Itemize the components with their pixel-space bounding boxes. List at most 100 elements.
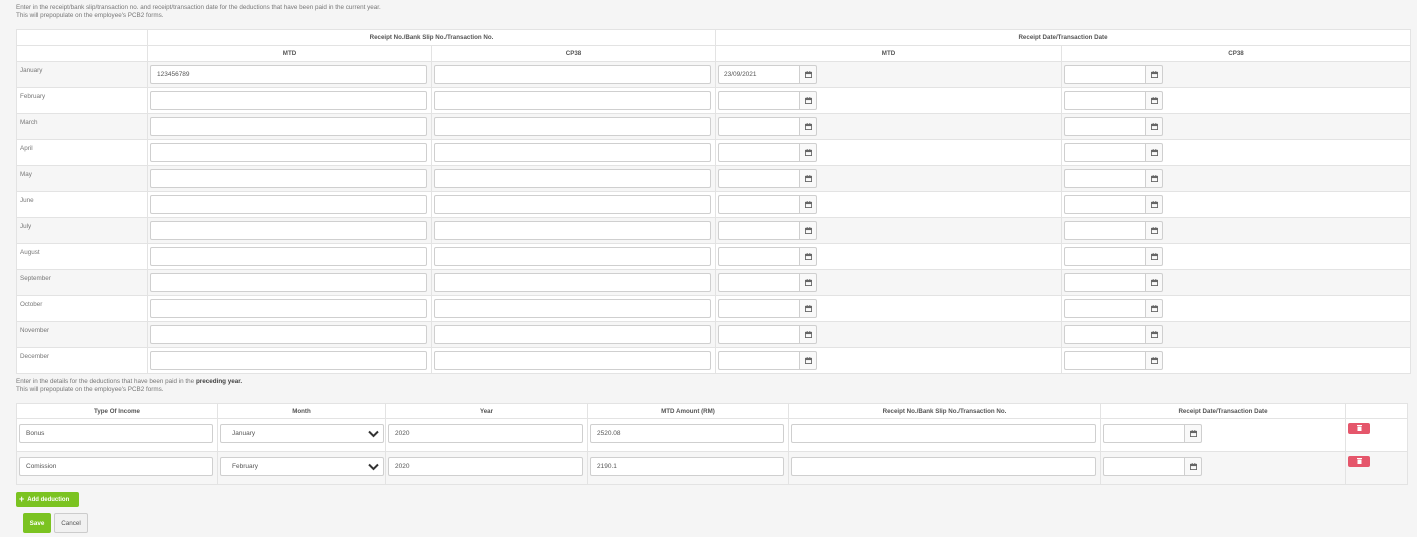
calendar-icon[interactable]	[1184, 424, 1202, 443]
cp38-receipt-no-input[interactable]	[434, 325, 711, 344]
cp38-receipt-date-input[interactable]	[1064, 65, 1145, 84]
cp38-receipt-date-input[interactable]	[1064, 247, 1145, 266]
receipt-date-input[interactable]	[1103, 457, 1184, 476]
calendar-icon[interactable]	[799, 143, 817, 162]
year-input[interactable]	[388, 457, 583, 476]
cp38-receipt-no-input[interactable]	[434, 65, 711, 84]
mtd-receipt-date-input[interactable]	[718, 299, 799, 318]
mtd-receipt-date-input[interactable]	[718, 221, 799, 240]
cp38-receipt-date-input[interactable]	[1064, 117, 1145, 136]
mtd-amount-input[interactable]	[590, 424, 784, 443]
month-label: June	[20, 197, 34, 204]
mtd-receipt-date-input[interactable]	[718, 117, 799, 136]
income-type-input[interactable]	[19, 424, 213, 443]
mtd-receipt-no-input[interactable]	[150, 273, 427, 292]
delete-deduction-button[interactable]	[1348, 423, 1370, 434]
calendar-icon[interactable]	[1145, 65, 1163, 84]
month-cell: May	[16, 165, 148, 192]
cp38-receipt-date-input[interactable]	[1064, 143, 1145, 162]
receipt-no-input[interactable]	[791, 457, 1096, 476]
mtd-receipt-no-input[interactable]	[150, 221, 427, 240]
cancel-button[interactable]: Cancel	[54, 513, 88, 533]
mtd-receipt-no-input[interactable]	[150, 325, 427, 344]
calendar-icon[interactable]	[799, 299, 817, 318]
month-select[interactable]: February	[220, 457, 384, 476]
calendar-icon[interactable]	[799, 169, 817, 188]
mtd-receipt-date-input[interactable]	[718, 351, 799, 370]
mtd-receipt-date-input[interactable]	[718, 247, 799, 266]
calendar-icon[interactable]	[1145, 221, 1163, 240]
calendar-icon[interactable]	[1145, 325, 1163, 344]
calendar-icon[interactable]	[1184, 457, 1202, 476]
cp38-receipt-date-input[interactable]	[1064, 273, 1145, 292]
mtd-receipt-no-input[interactable]	[150, 143, 427, 162]
cp38-receipt-no-input[interactable]	[434, 143, 711, 162]
cp38-receipt-no-input[interactable]	[434, 299, 711, 318]
cp38-receipt-date-input[interactable]	[1064, 195, 1145, 214]
calendar-icon[interactable]	[1145, 247, 1163, 266]
calendar-icon[interactable]	[799, 325, 817, 344]
mtd-receipt-no-input[interactable]	[150, 91, 427, 110]
mtd-receipt-date-input[interactable]	[718, 195, 799, 214]
cp38-receipt-date-input[interactable]	[1064, 299, 1145, 318]
calendar-icon[interactable]	[799, 351, 817, 370]
calendar-icon[interactable]	[1145, 117, 1163, 136]
mtd-receipt-no-input[interactable]	[150, 195, 427, 214]
mtd-receipt-no-input[interactable]	[150, 299, 427, 318]
month-select-cell: January	[217, 418, 386, 452]
mtd-receipt-no-cell	[147, 165, 432, 192]
receipt-date-input[interactable]	[1103, 424, 1184, 443]
cp38-receipt-no-input[interactable]	[434, 169, 711, 188]
calendar-icon[interactable]	[1145, 273, 1163, 292]
mtd-receipt-no-input[interactable]	[150, 169, 427, 188]
cp38-receipt-no-input[interactable]	[434, 247, 711, 266]
cp38-receipt-no-input[interactable]	[434, 117, 711, 136]
calendar-icon[interactable]	[799, 221, 817, 240]
calendar-icon[interactable]	[799, 91, 817, 110]
year-input[interactable]	[388, 424, 583, 443]
mtd-receipt-no-input[interactable]	[150, 247, 427, 266]
calendar-icon[interactable]	[799, 195, 817, 214]
cp38-receipt-date-input[interactable]	[1064, 325, 1145, 344]
calendar-icon[interactable]	[1145, 91, 1163, 110]
cp38-receipt-date-group	[1064, 299, 1410, 318]
cp38-receipt-no-input[interactable]	[434, 221, 711, 240]
calendar-icon[interactable]	[1145, 143, 1163, 162]
calendar-icon[interactable]	[799, 247, 817, 266]
mtd-receipt-date-input[interactable]	[718, 169, 799, 188]
mtd-receipt-date-input[interactable]	[718, 143, 799, 162]
year-cell	[385, 418, 588, 452]
calendar-icon[interactable]	[799, 117, 817, 136]
cp38-receipt-date-input[interactable]	[1064, 91, 1145, 110]
calendar-icon[interactable]	[799, 65, 817, 84]
calendar-icon[interactable]	[799, 273, 817, 292]
cp38-receipt-date-input[interactable]	[1064, 221, 1145, 240]
cp38-receipt-date-input[interactable]	[1064, 169, 1145, 188]
calendar-icon[interactable]	[1145, 169, 1163, 188]
month-select[interactable]: January	[220, 424, 384, 443]
mtd-receipt-date-input[interactable]	[718, 91, 799, 110]
month-row: January	[16, 61, 1411, 88]
preceding-year-instructions: Enter in the details for the deductions …	[16, 378, 242, 394]
income-type-input[interactable]	[19, 457, 213, 476]
calendar-icon[interactable]	[1145, 299, 1163, 318]
mtd-receipt-no-input[interactable]	[150, 65, 427, 84]
mtd-receipt-no-input[interactable]	[150, 117, 427, 136]
mtd-receipt-date-input[interactable]	[718, 273, 799, 292]
mtd-amount-input[interactable]	[590, 457, 784, 476]
add-deduction-button[interactable]: + Add deduction	[16, 492, 79, 507]
mtd-receipt-date-input[interactable]	[718, 65, 799, 84]
preceding-header-4: Receipt No./Bank Slip No./Transaction No…	[788, 403, 1101, 419]
mtd-receipt-no-input[interactable]	[150, 351, 427, 370]
calendar-icon[interactable]	[1145, 195, 1163, 214]
cp38-receipt-no-input[interactable]	[434, 351, 711, 370]
delete-deduction-button[interactable]	[1348, 456, 1370, 467]
cp38-receipt-no-input[interactable]	[434, 195, 711, 214]
cp38-receipt-no-input[interactable]	[434, 273, 711, 292]
calendar-icon[interactable]	[1145, 351, 1163, 370]
cp38-receipt-date-input[interactable]	[1064, 351, 1145, 370]
receipt-no-input[interactable]	[791, 424, 1096, 443]
mtd-receipt-date-input[interactable]	[718, 325, 799, 344]
cp38-receipt-no-input[interactable]	[434, 91, 711, 110]
save-button[interactable]: Save	[23, 513, 51, 533]
